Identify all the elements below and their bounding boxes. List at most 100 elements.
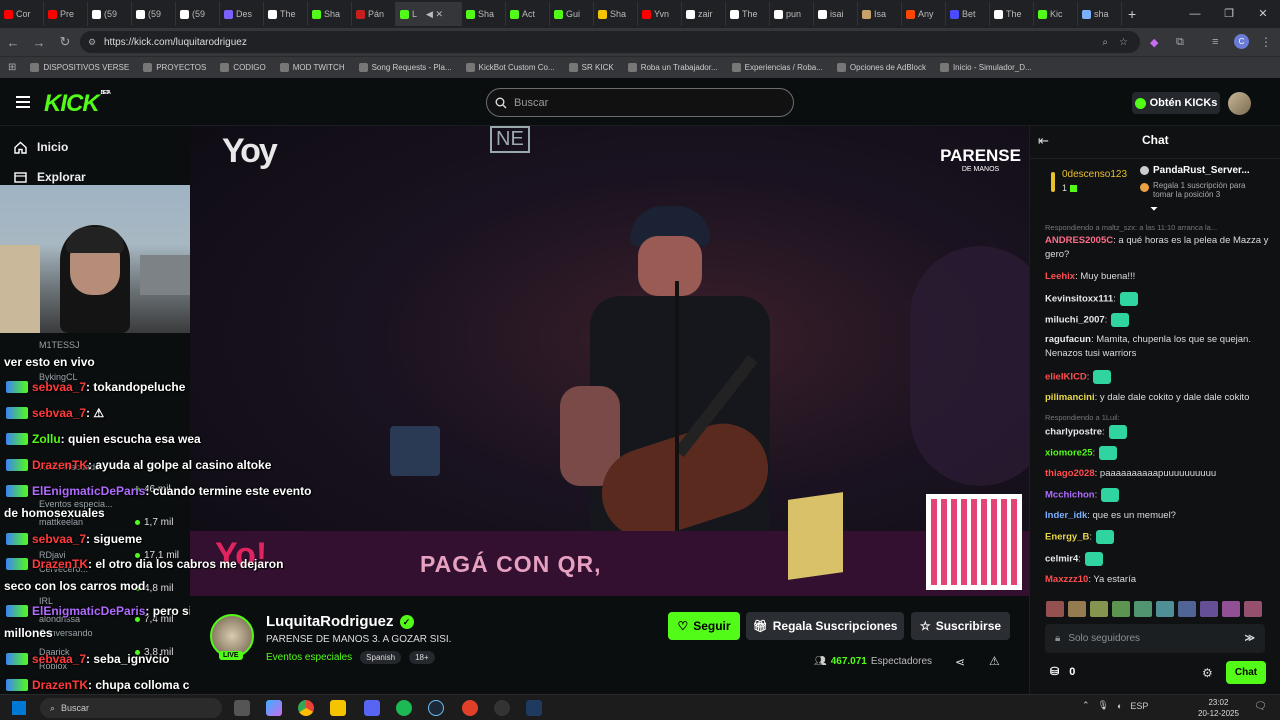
collapse-chat-icon[interactable]: ⇤: [1038, 133, 1049, 149]
pinned-user[interactable]: 0descenso123: [1062, 169, 1127, 180]
bookmark-item[interactable]: DISPOSITIVOS VERSE: [30, 63, 129, 72]
tag-age[interactable]: 18+: [409, 651, 435, 664]
chrome-icon[interactable]: [298, 700, 314, 716]
taskbar-search[interactable]: ⌕ Buscar: [40, 698, 222, 718]
chat-username[interactable]: thiago2028: [1045, 468, 1095, 479]
browser-tab[interactable]: (59: [132, 2, 176, 26]
chat-username[interactable]: Maxzzz10: [1045, 574, 1088, 585]
bookmark-item[interactable]: SR KICK: [568, 63, 614, 72]
bookmark-item[interactable]: MOD TWITCH: [279, 63, 345, 72]
chat-input[interactable]: 🔒︎ Solo seguidores ≫: [1045, 624, 1265, 653]
quick-emote-icon[interactable]: [1200, 601, 1218, 617]
follow-button[interactable]: ♡ Seguir: [668, 612, 740, 640]
browser-tab[interactable]: isai: [814, 2, 858, 26]
bookmark-item[interactable]: Inicio - Simulador_D...: [939, 63, 1032, 72]
browser-tab[interactable]: Sha: [308, 2, 352, 26]
copilot-icon[interactable]: [266, 700, 282, 716]
quick-emote-icon[interactable]: [1134, 601, 1152, 617]
bookmark-item[interactable]: Opciones de AdBlock: [836, 63, 926, 72]
bookmark-item[interactable]: Song Requests - Pla...: [358, 63, 452, 72]
app-red-icon[interactable]: [462, 700, 478, 716]
browser-tab[interactable]: Act: [506, 2, 550, 26]
bookmark-item[interactable]: KickBot Custom Co...: [465, 63, 555, 72]
browser-tab[interactable]: Des: [220, 2, 264, 26]
chat-username[interactable]: Leehix: [1045, 271, 1075, 282]
expand-pinned-icon[interactable]: ⏷: [1150, 204, 1158, 215]
back-icon[interactable]: ←: [0, 35, 26, 50]
browser-tab[interactable]: Pre: [44, 2, 88, 26]
chat-username[interactable]: Kevinsitoxx111: [1045, 294, 1113, 305]
emote-picker-icon[interactable]: ≫: [1245, 633, 1255, 644]
extension-icon[interactable]: ◆: [1150, 36, 1158, 49]
user-avatar[interactable]: [1228, 92, 1251, 115]
clock[interactable]: 23:02 20-12-2025: [1198, 697, 1239, 719]
get-kicks-button[interactable]: Obtén KICKs: [1132, 92, 1220, 114]
bookmark-item[interactable]: Experiencias / Roba...: [731, 63, 823, 72]
browser-tab[interactable]: Isa: [858, 2, 902, 26]
browser-menu-icon[interactable]: ⋮: [1260, 35, 1272, 49]
reload-icon[interactable]: ↻: [52, 34, 78, 50]
quick-emote-icon[interactable]: [1244, 601, 1262, 617]
browser-tab[interactable]: pun: [770, 2, 814, 26]
chat-username[interactable]: miluchi_2007: [1045, 315, 1105, 326]
search-input[interactable]: Buscar: [486, 88, 794, 117]
browser-tab[interactable]: The: [726, 2, 770, 26]
start-icon[interactable]: [12, 701, 26, 715]
tag-language[interactable]: Spanish: [360, 651, 402, 664]
bookmark-item[interactable]: Roba un Trabajador...: [627, 63, 718, 72]
kick-logo[interactable]: KICK BETA: [44, 90, 111, 118]
browser-tab[interactable]: (59: [176, 2, 220, 26]
chat-username[interactable]: pilimancini: [1045, 392, 1095, 403]
chat-username[interactable]: Mcchichon: [1045, 490, 1095, 501]
chat-username[interactable]: ragufacun: [1045, 334, 1091, 345]
video-player[interactable]: Yoy NE PARENSE DE MANOS Yo! PAGÁ CON QR,: [190, 126, 1029, 596]
close-window-icon[interactable]: ✕: [1246, 0, 1280, 28]
quick-emote-icon[interactable]: [1222, 601, 1240, 617]
browser-tab[interactable]: Pán: [352, 2, 396, 26]
bookmark-item[interactable]: PROYECTOS: [143, 63, 206, 72]
minimize-icon[interactable]: —: [1178, 0, 1212, 28]
stream-category[interactable]: Eventos especiales: [266, 652, 352, 663]
task-view-icon[interactable]: [234, 700, 250, 716]
gift-subs-button[interactable]: 🎁︎ Regala Suscripciones: [746, 612, 904, 640]
browser-tab[interactable]: Cor: [0, 2, 44, 26]
apps-grid-icon[interactable]: ⊞: [8, 62, 16, 73]
bookmark-star-icon[interactable]: ☆: [1119, 37, 1128, 48]
browser-tab[interactable]: Bet: [946, 2, 990, 26]
chat-username[interactable]: Energy_B: [1045, 532, 1089, 543]
chat-username[interactable]: elieIKICD: [1045, 372, 1087, 383]
chat-settings-icon[interactable]: ⚙: [1202, 666, 1213, 680]
browser-tab[interactable]: L ◀ ✕: [396, 2, 462, 26]
zoom-icon[interactable]: ⌕: [1102, 37, 1108, 48]
extensions-puzzle-icon[interactable]: ⧉: [1176, 36, 1184, 49]
report-icon[interactable]: ⚠: [989, 654, 1000, 668]
browser-tab[interactable]: The: [990, 2, 1034, 26]
tray-chevron-icon[interactable]: ⌃: [1082, 700, 1090, 711]
nav-explore[interactable]: Explorar: [14, 170, 86, 184]
browser-tab[interactable]: Gui: [550, 2, 594, 26]
chat-username[interactable]: charlypostre: [1045, 427, 1102, 438]
quick-emote-icon[interactable]: [1112, 601, 1130, 617]
browser-tab[interactable]: Yvn: [638, 2, 682, 26]
tab-close-icon[interactable]: ◀ ✕: [426, 9, 443, 20]
streamer-name[interactable]: LuquitaRodriguez: [266, 613, 394, 630]
browser-tab[interactable]: zair: [682, 2, 726, 26]
new-tab-icon[interactable]: +: [1128, 6, 1136, 22]
spotify-icon[interactable]: [396, 700, 412, 716]
lang-indicator[interactable]: ESP: [1130, 701, 1148, 711]
quick-emote-icon[interactable]: [1090, 601, 1108, 617]
media-control-icon[interactable]: ≡: [1212, 36, 1218, 48]
steam-icon[interactable]: [428, 700, 444, 716]
hamburger-menu-icon[interactable]: [16, 96, 30, 108]
chat-username[interactable]: Inder_idk: [1045, 510, 1087, 521]
forward-icon[interactable]: →: [26, 35, 52, 50]
browser-tab[interactable]: sha: [1078, 2, 1122, 26]
nav-home[interactable]: Inicio: [14, 140, 68, 154]
chat-send-button[interactable]: Chat: [1226, 661, 1266, 684]
maximize-icon[interactable]: ❐: [1212, 0, 1246, 28]
browser-tab[interactable]: (59: [88, 2, 132, 26]
subscribe-button[interactable]: ☆ Suscribirse: [911, 612, 1010, 640]
quick-emote-icon[interactable]: [1178, 601, 1196, 617]
file-explorer-icon[interactable]: [330, 700, 346, 716]
bookmark-item[interactable]: CODIGO: [220, 63, 266, 72]
